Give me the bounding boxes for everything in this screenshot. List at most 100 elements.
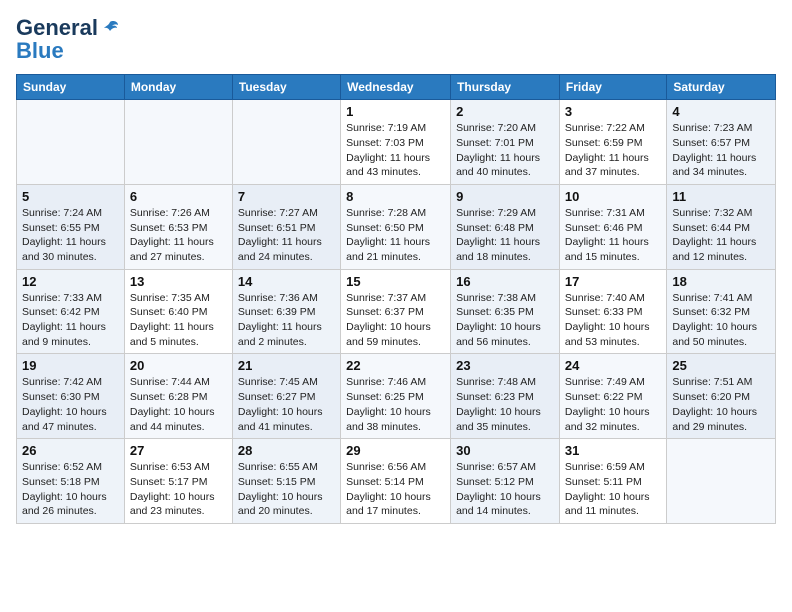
day-number: 7 [238,189,335,204]
day-info: Sunrise: 7:35 AM Sunset: 6:40 PM Dayligh… [130,291,227,350]
calendar-cell: 16 Sunrise: 7:38 AM Sunset: 6:35 PM Dayli… [451,269,560,354]
day-number: 17 [565,274,661,289]
logo-bird-icon [100,19,120,39]
calendar-cell: 4 Sunrise: 7:23 AM Sunset: 6:57 PM Daylig… [667,100,776,185]
day-number: 31 [565,443,661,458]
logo: General Blue [16,16,120,62]
day-number: 16 [456,274,554,289]
day-info: Sunrise: 6:52 AM Sunset: 5:18 PM Dayligh… [22,460,119,519]
calendar-cell: 18 Sunrise: 7:41 AM Sunset: 6:32 PM Dayli… [667,269,776,354]
day-info: Sunrise: 6:57 AM Sunset: 5:12 PM Dayligh… [456,460,554,519]
calendar-cell: 3Sunrise: 7:22 AM Sunset: 6:59 PM Daylig… [559,100,666,185]
calendar-cell: 31 Sunrise: 6:59 AM Sunset: 5:11 PM Dayli… [559,439,666,524]
day-number: 15 [346,274,445,289]
day-info: Sunrise: 7:28 AM Sunset: 6:50 PM Dayligh… [346,206,445,265]
calendar-cell: 11Sunrise: 7:32 AM Sunset: 6:44 PM Dayli… [667,184,776,269]
weekday-header-saturday: Saturday [667,75,776,100]
weekday-header-row: SundayMondayTuesdayWednesdayThursdayFrid… [17,75,776,100]
day-info: Sunrise: 7:23 AM Sunset: 6:57 PM Dayligh… [672,121,770,180]
day-number: 8 [346,189,445,204]
calendar-cell: 14 Sunrise: 7:36 AM Sunset: 6:39 PM Dayli… [232,269,340,354]
day-info: Sunrise: 7:29 AM Sunset: 6:48 PM Dayligh… [456,206,554,265]
calendar-cell: 2 Sunrise: 7:20 AM Sunset: 7:01 PM Daylig… [451,100,560,185]
week-row-5: 26 Sunrise: 6:52 AM Sunset: 5:18 PM Dayli… [17,439,776,524]
day-number: 29 [346,443,445,458]
day-number: 24 [565,358,661,373]
calendar-cell: 24 Sunrise: 7:49 AM Sunset: 6:22 PM Dayli… [559,354,666,439]
day-info: Sunrise: 7:27 AM Sunset: 6:51 PM Dayligh… [238,206,335,265]
week-row-1: 1Sunrise: 7:19 AM Sunset: 7:03 PM Daylig… [17,100,776,185]
day-info: Sunrise: 7:38 AM Sunset: 6:35 PM Dayligh… [456,291,554,350]
day-info: Sunrise: 7:46 AM Sunset: 6:25 PM Dayligh… [346,375,445,434]
day-number: 19 [22,358,119,373]
day-number: 6 [130,189,227,204]
day-number: 13 [130,274,227,289]
day-number: 2 [456,104,554,119]
day-number: 12 [22,274,119,289]
calendar-cell: 29 Sunrise: 6:56 AM Sunset: 5:14 PM Dayli… [341,439,451,524]
calendar-cell: 23 Sunrise: 7:48 AM Sunset: 6:23 PM Dayli… [451,354,560,439]
calendar-cell [667,439,776,524]
weekday-header-thursday: Thursday [451,75,560,100]
day-number: 18 [672,274,770,289]
day-info: Sunrise: 7:22 AM Sunset: 6:59 PM Dayligh… [565,121,661,180]
calendar-cell: 6 Sunrise: 7:26 AM Sunset: 6:53 PM Daylig… [124,184,232,269]
weekday-header-wednesday: Wednesday [341,75,451,100]
day-info: Sunrise: 7:48 AM Sunset: 6:23 PM Dayligh… [456,375,554,434]
calendar-cell: 17 Sunrise: 7:40 AM Sunset: 6:33 PM Dayli… [559,269,666,354]
calendar-cell: 19 Sunrise: 7:42 AM Sunset: 6:30 PM Dayli… [17,354,125,439]
day-info: Sunrise: 6:53 AM Sunset: 5:17 PM Dayligh… [130,460,227,519]
day-info: Sunrise: 6:55 AM Sunset: 5:15 PM Dayligh… [238,460,335,519]
logo-text: General [16,16,120,40]
day-info: Sunrise: 7:40 AM Sunset: 6:33 PM Dayligh… [565,291,661,350]
day-info: Sunrise: 7:44 AM Sunset: 6:28 PM Dayligh… [130,375,227,434]
day-info: Sunrise: 7:49 AM Sunset: 6:22 PM Dayligh… [565,375,661,434]
day-number: 20 [130,358,227,373]
calendar-cell: 13 Sunrise: 7:35 AM Sunset: 6:40 PM Dayli… [124,269,232,354]
week-row-2: 5 Sunrise: 7:24 AM Sunset: 6:55 PM Daylig… [17,184,776,269]
day-number: 27 [130,443,227,458]
day-info: Sunrise: 7:20 AM Sunset: 7:01 PM Dayligh… [456,121,554,180]
calendar-cell: 26 Sunrise: 6:52 AM Sunset: 5:18 PM Dayli… [17,439,125,524]
calendar-cell: 22Sunrise: 7:46 AM Sunset: 6:25 PM Dayli… [341,354,451,439]
day-info: Sunrise: 7:36 AM Sunset: 6:39 PM Dayligh… [238,291,335,350]
day-info: Sunrise: 7:33 AM Sunset: 6:42 PM Dayligh… [22,291,119,350]
calendar-cell: 1Sunrise: 7:19 AM Sunset: 7:03 PM Daylig… [341,100,451,185]
day-info: Sunrise: 6:56 AM Sunset: 5:14 PM Dayligh… [346,460,445,519]
day-info: Sunrise: 7:41 AM Sunset: 6:32 PM Dayligh… [672,291,770,350]
day-info: Sunrise: 7:37 AM Sunset: 6:37 PM Dayligh… [346,291,445,350]
calendar-cell: 28 Sunrise: 6:55 AM Sunset: 5:15 PM Dayli… [232,439,340,524]
day-info: Sunrise: 7:42 AM Sunset: 6:30 PM Dayligh… [22,375,119,434]
day-number: 5 [22,189,119,204]
weekday-header-monday: Monday [124,75,232,100]
calendar-cell: 10Sunrise: 7:31 AM Sunset: 6:46 PM Dayli… [559,184,666,269]
weekday-header-sunday: Sunday [17,75,125,100]
calendar-cell: 30Sunrise: 6:57 AM Sunset: 5:12 PM Dayli… [451,439,560,524]
day-number: 21 [238,358,335,373]
day-number: 25 [672,358,770,373]
calendar-cell: 8 Sunrise: 7:28 AM Sunset: 6:50 PM Daylig… [341,184,451,269]
week-row-4: 19 Sunrise: 7:42 AM Sunset: 6:30 PM Dayli… [17,354,776,439]
day-info: Sunrise: 6:59 AM Sunset: 5:11 PM Dayligh… [565,460,661,519]
calendar-cell: 20 Sunrise: 7:44 AM Sunset: 6:28 PM Dayli… [124,354,232,439]
day-info: Sunrise: 7:32 AM Sunset: 6:44 PM Dayligh… [672,206,770,265]
calendar-cell: 7 Sunrise: 7:27 AM Sunset: 6:51 PM Daylig… [232,184,340,269]
weekday-header-friday: Friday [559,75,666,100]
day-number: 9 [456,189,554,204]
day-number: 23 [456,358,554,373]
day-number: 28 [238,443,335,458]
day-info: Sunrise: 7:24 AM Sunset: 6:55 PM Dayligh… [22,206,119,265]
day-number: 26 [22,443,119,458]
calendar-cell: 5 Sunrise: 7:24 AM Sunset: 6:55 PM Daylig… [17,184,125,269]
calendar-cell: 12 Sunrise: 7:33 AM Sunset: 6:42 PM Dayli… [17,269,125,354]
calendar-cell: 21 Sunrise: 7:45 AM Sunset: 6:27 PM Dayli… [232,354,340,439]
calendar-cell [17,100,125,185]
calendar-cell [124,100,232,185]
day-info: Sunrise: 7:51 AM Sunset: 6:20 PM Dayligh… [672,375,770,434]
day-number: 14 [238,274,335,289]
day-info: Sunrise: 7:26 AM Sunset: 6:53 PM Dayligh… [130,206,227,265]
day-number: 4 [672,104,770,119]
calendar-cell: 9 Sunrise: 7:29 AM Sunset: 6:48 PM Daylig… [451,184,560,269]
day-info: Sunrise: 7:45 AM Sunset: 6:27 PM Dayligh… [238,375,335,434]
day-info: Sunrise: 7:19 AM Sunset: 7:03 PM Dayligh… [346,121,445,180]
